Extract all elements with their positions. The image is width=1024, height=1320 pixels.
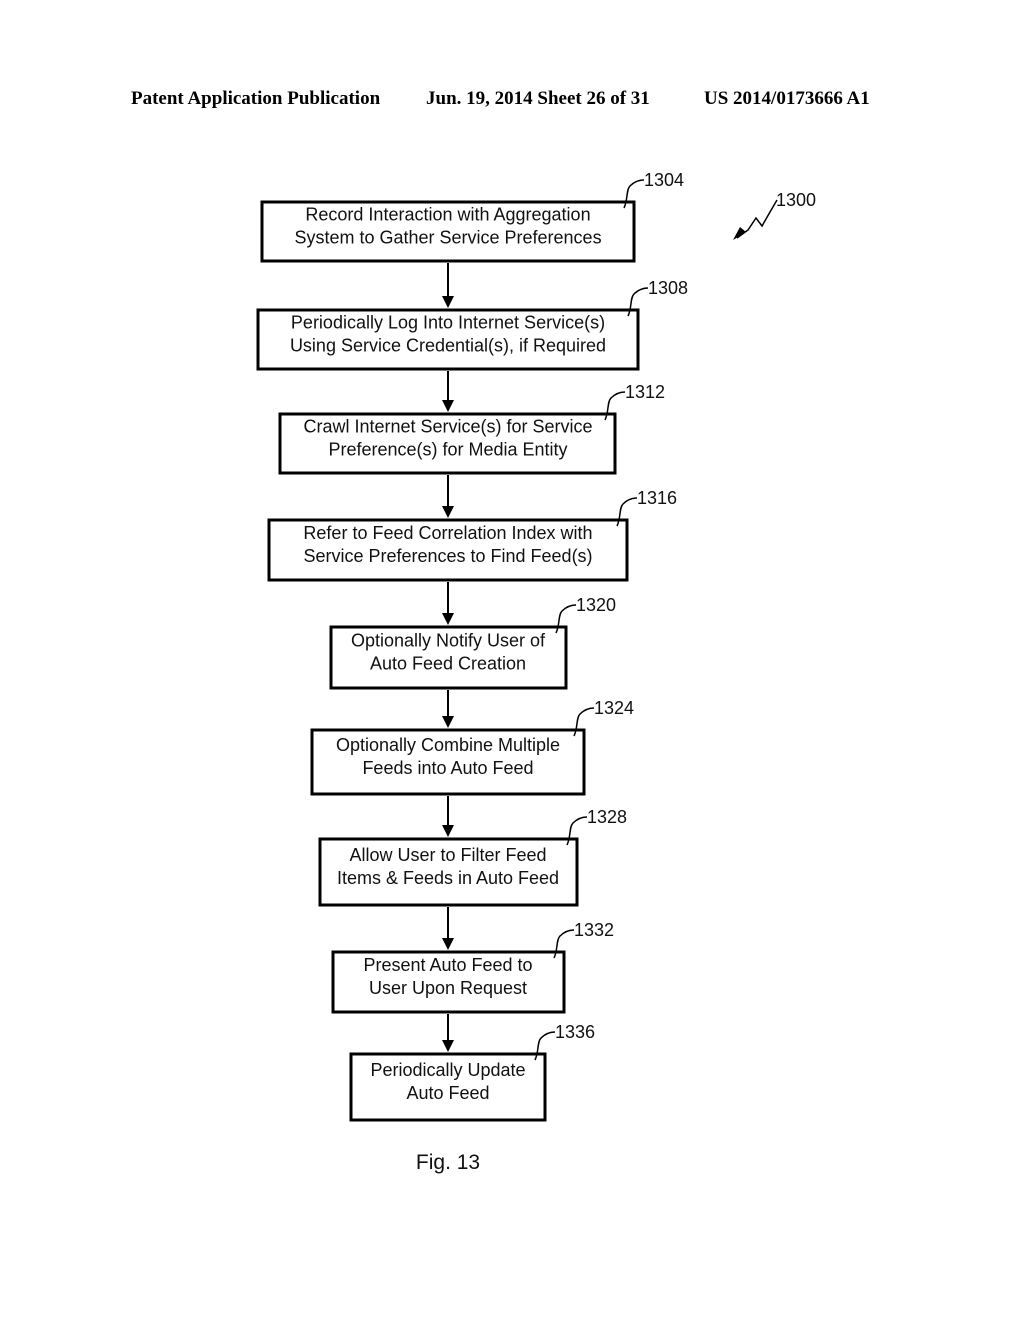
- step-label-line: Refer to Feed Correlation Index with: [303, 523, 592, 543]
- step-label-line: Optionally Notify User of: [351, 631, 546, 651]
- flow-step: Optionally Notify User of Auto Feed Creat…: [329, 595, 616, 690]
- step-label-line: Crawl Internet Service(s) for Service: [303, 417, 592, 437]
- step-label-line: Allow User to Filter Feed: [349, 845, 546, 865]
- arrow-down-icon: [442, 1040, 454, 1052]
- step-label-line: Service Preferences to Find Feed(s): [303, 546, 592, 566]
- step-label-line: Feeds into Auto Feed: [362, 758, 533, 778]
- flow-step: Record Interaction with Aggregation Syste…: [260, 170, 684, 263]
- step-ref-number: 1304: [644, 170, 684, 190]
- arrow-down-icon: [442, 296, 454, 308]
- arrow-down-icon: [442, 716, 454, 728]
- step-ref-number: 1312: [625, 382, 665, 402]
- step-label-line: Preference(s) for Media Entity: [328, 440, 567, 460]
- arrow-down-icon: [442, 506, 454, 518]
- step-ref-number: 1332: [574, 920, 614, 940]
- step-ref-number: 1324: [594, 698, 634, 718]
- step-label-line: Periodically Update: [370, 1060, 525, 1080]
- step-label-line: Optionally Combine Multiple: [336, 735, 560, 755]
- step-label-line: System to Gather Service Preferences: [294, 228, 601, 248]
- flow-step: Refer to Feed Correlation Index with Serv…: [267, 488, 677, 582]
- flow-step: Crawl Internet Service(s) for Service Pre…: [278, 382, 665, 475]
- arrow-down-icon: [442, 938, 454, 950]
- figure-reference: 1300: [733, 190, 816, 240]
- arrow-down-icon: [442, 400, 454, 412]
- step-label-line: Auto Feed Creation: [370, 654, 526, 674]
- step-ref-number: 1328: [587, 807, 627, 827]
- arrow-down-icon: [442, 825, 454, 837]
- figure-ref-number: 1300: [776, 190, 816, 210]
- step-label-line: Periodically Log Into Internet Service(s…: [291, 313, 605, 333]
- flow-step: Periodically Update Auto Feed 1336: [349, 1022, 595, 1122]
- step-label-line: Record Interaction with Aggregation: [305, 205, 590, 225]
- step-label-line: Using Service Credential(s), if Required: [290, 336, 606, 356]
- step-ref-number: 1320: [576, 595, 616, 615]
- step-ref-number: 1316: [637, 488, 677, 508]
- step-label-line: Present Auto Feed to: [363, 955, 532, 975]
- step-label-line: Items & Feeds in Auto Feed: [337, 868, 559, 888]
- figure-caption: Fig. 13: [416, 1151, 480, 1174]
- step-label-line: User Upon Request: [369, 978, 527, 998]
- step-ref-number: 1336: [555, 1022, 595, 1042]
- flow-step: Optionally Combine Multiple Feeds into Au…: [310, 698, 634, 796]
- flow-step: Present Auto Feed to User Upon Request 133…: [331, 920, 614, 1014]
- flowchart: 1300 Record Interaction with Aggregation…: [256, 170, 816, 1174]
- flow-step: Allow User to Filter Feed Items & Feeds i…: [318, 807, 627, 907]
- arrow-down-icon: [442, 613, 454, 625]
- step-ref-number: 1308: [648, 278, 688, 298]
- flow-step: Periodically Log Into Internet Service(s…: [256, 278, 688, 371]
- step-label-line: Auto Feed: [406, 1083, 489, 1103]
